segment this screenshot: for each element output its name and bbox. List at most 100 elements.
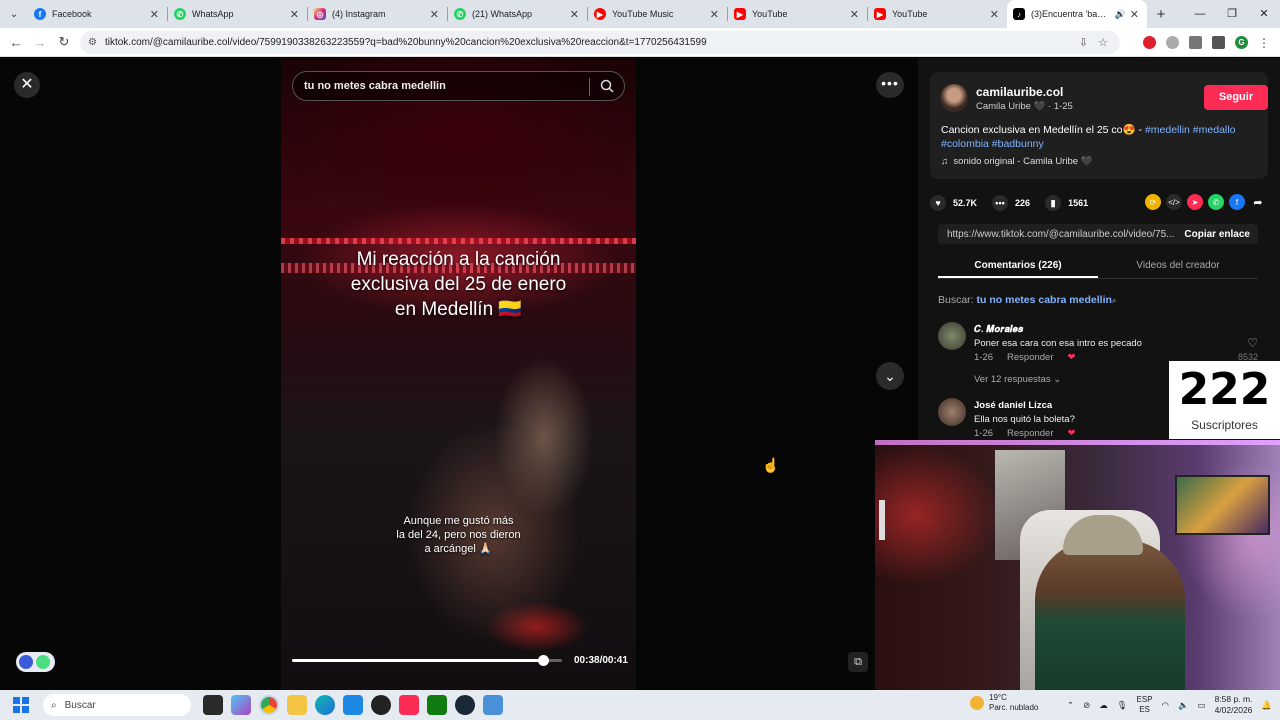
taskbar-search-input[interactable]: ⌕ Buscar bbox=[43, 694, 191, 716]
chevron-down-icon[interactable]: ⌄ bbox=[876, 362, 904, 390]
tab-youtube-2[interactable]: ▶ YouTube ✕ bbox=[868, 0, 1007, 28]
tiktok-app-icon[interactable] bbox=[399, 695, 419, 715]
xbox-icon[interactable] bbox=[427, 695, 447, 715]
file-manager-icon[interactable] bbox=[203, 695, 223, 715]
tab-comments[interactable]: Comentarios (226) bbox=[938, 257, 1098, 278]
snipping-tool-icon[interactable] bbox=[483, 695, 503, 715]
close-tab-icon[interactable]: ✕ bbox=[430, 8, 439, 21]
comment-author[interactable]: 𝑪. 𝑴𝒐𝒓𝒂𝒍𝒆𝒔 bbox=[974, 324, 1023, 335]
extension-red-icon[interactable] bbox=[1143, 36, 1156, 49]
subscriber-counter: 222 Suscriptores bbox=[1169, 361, 1280, 439]
tab-instagram[interactable]: ◎ (4) Instagram ✕ bbox=[308, 0, 447, 28]
embed-icon[interactable]: </> bbox=[1166, 194, 1182, 210]
video-progress-bar[interactable] bbox=[292, 655, 562, 666]
video-overlay-title: Mi reacción a la canción exclusiva del 2… bbox=[350, 249, 567, 320]
obs-icon[interactable] bbox=[371, 695, 391, 715]
extension-gray-icon[interactable] bbox=[1166, 36, 1179, 49]
video-link[interactable]: https://www.tiktok.com/@camilauribe.col/… bbox=[938, 229, 1176, 240]
repost-icon[interactable]: ⟳ bbox=[1145, 194, 1161, 210]
search-icon[interactable] bbox=[600, 79, 614, 93]
back-icon[interactable]: ← bbox=[4, 35, 28, 50]
volume-icon[interactable]: 🔈 bbox=[1178, 700, 1189, 711]
close-tab-icon[interactable]: ✕ bbox=[150, 8, 159, 21]
avatar[interactable] bbox=[938, 398, 966, 426]
url-field[interactable]: ⚙ tiktok.com/@camilauribe.col/video/7599… bbox=[80, 31, 1120, 54]
language-indicator[interactable]: ESP ES bbox=[1137, 695, 1153, 715]
avatar[interactable] bbox=[940, 84, 968, 112]
reply-button[interactable]: Responder bbox=[1007, 428, 1053, 439]
weather-widget[interactable]: 19°C Parc. nublado bbox=[970, 693, 1038, 713]
more-options-icon[interactable]: ••• bbox=[876, 72, 904, 98]
new-tab-button[interactable]: + bbox=[1147, 6, 1175, 23]
video-search-input[interactable]: tu no metes cabra medellin bbox=[292, 71, 625, 101]
tab-youtube-music[interactable]: ▶ YouTube Music ✕ bbox=[588, 0, 727, 28]
close-tab-icon[interactable]: ✕ bbox=[850, 8, 859, 21]
store-icon[interactable] bbox=[343, 695, 363, 715]
comment-author[interactable]: José daniel Lizca bbox=[974, 400, 1052, 411]
whatsapp-share-icon[interactable]: ✆ bbox=[1208, 194, 1224, 210]
tab-youtube[interactable]: ▶ YouTube ✕ bbox=[728, 0, 867, 28]
copilot-icon[interactable] bbox=[231, 695, 251, 715]
battery-icon[interactable]: ▭ bbox=[1198, 700, 1206, 711]
close-tab-icon[interactable]: ✕ bbox=[570, 8, 579, 21]
network-icon[interactable]: ⊘ bbox=[1083, 700, 1090, 711]
tab-tiktok-active[interactable]: ♪ (3)Encuentra 'bad bu 🔊 ✕ bbox=[1007, 0, 1147, 28]
browser-menu-icon[interactable]: ⋮ bbox=[1258, 36, 1270, 50]
reply-button[interactable]: Responder bbox=[1007, 352, 1053, 363]
folder-icon[interactable] bbox=[287, 695, 307, 715]
tab-creator-videos[interactable]: Videos del creador bbox=[1098, 257, 1258, 278]
wifi-icon[interactable]: ◠ bbox=[1162, 700, 1169, 711]
view-replies-button[interactable]: Ver 12 respuestas ⌄ bbox=[974, 374, 1061, 385]
video-player[interactable] bbox=[281, 58, 636, 690]
windows-start-icon[interactable] bbox=[13, 697, 29, 713]
minimize-icon[interactable]: — bbox=[1184, 0, 1216, 28]
avatar[interactable] bbox=[938, 322, 966, 350]
chevron-up-icon[interactable]: ⌃ bbox=[1067, 700, 1074, 711]
media-control-icon[interactable] bbox=[1212, 36, 1225, 49]
facebook-share-icon[interactable]: f bbox=[1229, 194, 1245, 210]
speaker-icon[interactable]: 🔊 bbox=[1115, 9, 1126, 20]
music-row[interactable]: ♫ sonido original - Camila Uribe 🖤 bbox=[941, 156, 1092, 167]
chrome-icon[interactable] bbox=[259, 695, 279, 715]
save-button[interactable]: ▮ 1561 bbox=[1045, 195, 1088, 211]
share-arrow-icon[interactable]: ➦ bbox=[1250, 194, 1266, 210]
restore-icon[interactable]: ❐ bbox=[1216, 0, 1248, 28]
creator-liked-icon: ❤ bbox=[1067, 352, 1076, 363]
extensions-puzzle-icon[interactable] bbox=[1189, 36, 1202, 49]
bookmark-star-icon[interactable]: ☆ bbox=[1098, 36, 1108, 49]
notification-bell-icon[interactable]: 🔔 bbox=[1261, 700, 1272, 711]
tab-search-chevron-icon[interactable]: ⌄ bbox=[0, 0, 28, 28]
microphone-icon[interactable]: 🎙 bbox=[1117, 700, 1128, 711]
comment-button[interactable]: ••• 226 bbox=[992, 195, 1030, 211]
close-tab-icon[interactable]: ✕ bbox=[990, 8, 999, 21]
follow-button[interactable]: Seguir bbox=[1204, 85, 1268, 110]
close-icon[interactable]: ✕ bbox=[14, 72, 40, 98]
steam-icon[interactable] bbox=[455, 695, 475, 715]
close-tab-icon[interactable]: ✕ bbox=[290, 8, 299, 21]
like-button[interactable]: ♥ 52.7K bbox=[930, 195, 977, 211]
forward-icon[interactable]: → bbox=[28, 35, 52, 50]
facebook-icon: f bbox=[34, 8, 46, 20]
search-query-link[interactable]: tu no metes cabra medellin bbox=[977, 294, 1112, 306]
heart-icon[interactable]: ♡ bbox=[1247, 336, 1258, 350]
tab-facebook[interactable]: f Facebook ✕ bbox=[28, 0, 167, 28]
install-app-icon[interactable]: ⇩ bbox=[1079, 36, 1088, 49]
toggle-off-icon bbox=[36, 655, 50, 669]
tab-whatsapp[interactable]: ✆ WhatsApp ✕ bbox=[168, 0, 307, 28]
edge-icon[interactable] bbox=[315, 695, 335, 715]
search-suggestion[interactable]: Buscar: tu no metes cabra medellin⌕ bbox=[938, 294, 1116, 306]
clock[interactable]: 8:58 p. m. 4/02/2026 bbox=[1215, 694, 1253, 716]
send-icon[interactable]: ➤ bbox=[1187, 194, 1203, 210]
creator-username[interactable]: camilauribe.col bbox=[976, 85, 1063, 99]
close-tab-icon[interactable]: ✕ bbox=[710, 8, 719, 21]
profile-avatar[interactable]: G bbox=[1235, 36, 1248, 49]
picture-in-picture-icon[interactable]: ⧉ bbox=[848, 652, 868, 672]
cloud-icon[interactable]: ☁ bbox=[1099, 700, 1108, 711]
site-info-icon[interactable]: ⚙ bbox=[88, 37, 97, 48]
tab-whatsapp-2[interactable]: ✆ (21) WhatsApp ✕ bbox=[448, 0, 587, 28]
close-window-icon[interactable]: ✕ bbox=[1248, 0, 1280, 28]
reload-icon[interactable]: ↻ bbox=[52, 34, 76, 50]
close-tab-icon[interactable]: ✕ bbox=[1130, 8, 1139, 21]
autoscroll-toggle[interactable] bbox=[16, 652, 55, 672]
copy-link-button[interactable]: Copiar enlace bbox=[1176, 229, 1258, 240]
